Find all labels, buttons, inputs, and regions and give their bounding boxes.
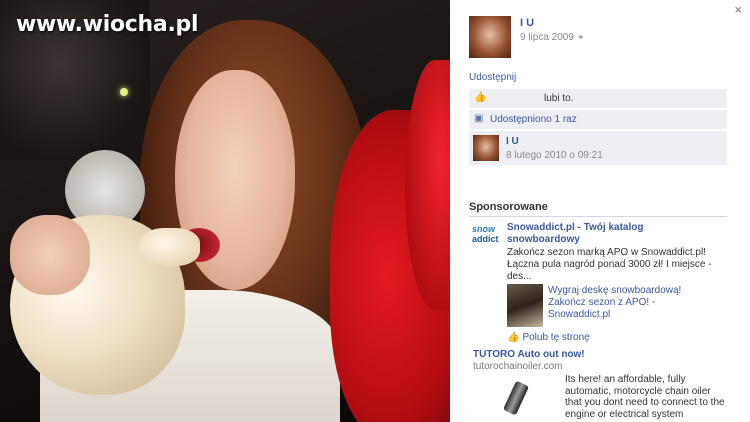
ad-body-text: Zakończ sezon marką APO w Snowaddict.pl!… — [507, 247, 712, 282]
like-page-label: Polub tę stronę — [522, 332, 590, 343]
ad2-title-link[interactable]: TUTORO Auto out now! — [473, 349, 585, 360]
thumbs-up-icon: 👍 — [507, 332, 520, 343]
sponsored-heading: Sponsorowane — [469, 201, 548, 213]
sponsored-divider — [469, 216, 727, 217]
thumbs-up-icon: 👍 — [474, 92, 487, 103]
shares-row: ▣ Udostępniono 1 raz — [469, 110, 727, 130]
watermark-text: www.wiocha.pl — [16, 12, 199, 37]
oiler-cylinder — [502, 380, 530, 416]
ad2-url: tutorochainoiler.com — [473, 361, 563, 372]
logo-text-top: snow — [472, 224, 496, 234]
shares-count-link[interactable]: Udostępniono 1 raz — [490, 114, 577, 125]
post-date-text[interactable]: 9 lipca 2009 — [520, 32, 574, 43]
post-date: 9 lipca 2009 ⚭ — [520, 32, 584, 43]
ad-thumbnail[interactable] — [507, 284, 543, 327]
photo-viewer[interactable]: www.wiocha.pl — [0, 0, 450, 422]
likes-text: lubi to. — [544, 93, 574, 104]
ad2-body-text: Its here! an affordable, fully automatic… — [565, 374, 725, 420]
share-icon: ▣ — [474, 113, 484, 124]
ad-sub-link[interactable]: Wygraj deskę snowboardową! Zakończ sezon… — [548, 285, 718, 321]
globe-icon: ⚭ — [576, 32, 585, 42]
share-link[interactable]: Udostępnij — [469, 72, 516, 83]
ad-title-link[interactable]: Snowaddict.pl - Twój katalog snowboardow… — [507, 222, 717, 246]
owner-avatar[interactable] — [469, 16, 511, 58]
photo-side-panel: × I U 9 lipca 2009 ⚭ Udostępnij 👍 lubi to… — [450, 0, 750, 422]
photo-light-spot — [120, 88, 128, 96]
chain-oiler-image[interactable] — [495, 378, 541, 422]
photo-jug-spout — [140, 228, 200, 266]
logo-text-bottom: addict — [472, 234, 499, 244]
owner-name-link[interactable]: I U — [520, 17, 534, 29]
sharer-name-link[interactable]: I U — [506, 136, 519, 147]
sharer-avatar[interactable] — [473, 135, 499, 161]
likes-row: 👍 lubi to. — [469, 89, 727, 109]
like-page-button[interactable]: 👍 Polub tę stronę — [507, 332, 590, 343]
share-date: 8 lutego 2010 o 09:21 — [506, 150, 603, 161]
snowaddict-logo[interactable]: snow addict — [472, 224, 502, 246]
photo-hand — [10, 215, 90, 295]
close-icon[interactable]: × — [734, 2, 742, 17]
share-item: I U 8 lutego 2010 o 09:21 — [469, 131, 727, 165]
